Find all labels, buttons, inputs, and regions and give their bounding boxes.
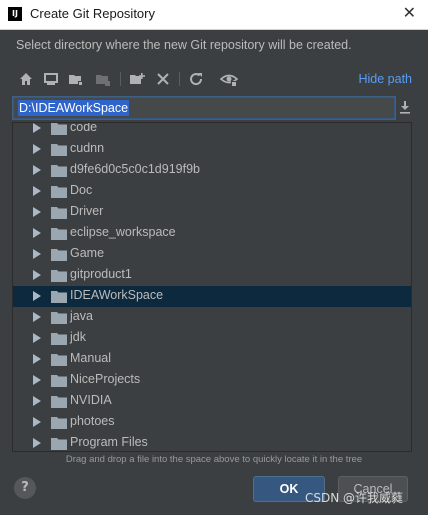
path-input[interactable]: D:\IDEAWorkSpace: [12, 96, 396, 120]
new-folder-icon[interactable]: [128, 70, 146, 88]
download-icon[interactable]: [396, 98, 414, 116]
tree-row[interactable]: jdk: [13, 328, 411, 349]
folder-icon: [51, 270, 67, 282]
folder-icon: [51, 312, 67, 324]
folder-icon: [51, 165, 67, 177]
tree-row[interactable]: Manual: [13, 349, 411, 370]
expand-arrow-icon[interactable]: [33, 207, 41, 217]
home-icon[interactable]: [17, 70, 35, 88]
toolbar-separator: [120, 72, 121, 86]
expand-arrow-icon[interactable]: [33, 165, 41, 175]
help-button[interactable]: ?: [14, 477, 36, 499]
tree-row[interactable]: Game: [13, 244, 411, 265]
expand-arrow-icon[interactable]: [33, 123, 41, 133]
expand-arrow-icon[interactable]: [33, 270, 41, 280]
delete-icon[interactable]: [154, 70, 172, 88]
file-chooser-toolbar: Hide path: [12, 66, 412, 92]
folder-icon: [51, 375, 67, 387]
tree-row[interactable]: IDEAWorkSpace: [13, 286, 411, 307]
tree-row-label: code: [70, 122, 98, 134]
tree-row-label: java: [70, 309, 93, 323]
expand-arrow-icon[interactable]: [33, 144, 41, 154]
tree-row-label: Doc: [70, 183, 93, 197]
tree-row-label: Manual: [70, 351, 111, 365]
folder-icon: [51, 291, 67, 303]
folder-icon: [51, 396, 67, 408]
folder-icon: [51, 123, 67, 135]
folder-icon: [51, 417, 67, 429]
tree-row[interactable]: NiceProjects: [13, 370, 411, 391]
expand-arrow-icon[interactable]: [33, 396, 41, 406]
window-title: Create Git Repository: [30, 6, 155, 21]
tree-row[interactable]: Driver: [13, 202, 411, 223]
title-bar: IJ Create Git Repository ✕: [0, 0, 428, 30]
folder-icon: [51, 249, 67, 261]
tree-row-label: Driver: [70, 204, 104, 218]
expand-arrow-icon[interactable]: [33, 333, 41, 343]
drag-drop-hint: Drag and drop a file into the space abov…: [65, 454, 363, 465]
tree-row[interactable]: code: [13, 122, 411, 139]
tree-row-label: cudnn: [70, 141, 105, 155]
tree-row[interactable]: NVIDIA: [13, 391, 411, 412]
expand-arrow-icon[interactable]: [33, 354, 41, 364]
expand-arrow-icon[interactable]: [33, 312, 41, 322]
tree-row-label: Game: [70, 246, 105, 260]
tree-row-label: jdk: [70, 330, 86, 344]
intellij-app-icon: IJ: [8, 7, 22, 21]
path-row: D:\IDEAWorkSpace: [12, 96, 416, 120]
expand-arrow-icon[interactable]: [33, 186, 41, 196]
folder-icon: [51, 228, 67, 240]
tree-row[interactable]: java: [13, 307, 411, 328]
tree-row-label: photoes: [70, 414, 115, 428]
tree-row[interactable]: Program Files: [13, 433, 411, 451]
folder-icon: [51, 354, 67, 366]
close-icon[interactable]: ✕: [403, 3, 416, 22]
expand-arrow-icon[interactable]: [33, 375, 41, 385]
path-input-value: D:\IDEAWorkSpace: [18, 100, 130, 116]
toolbar-separator: [179, 72, 180, 86]
tree-scrollbar[interactable]: [411, 326, 412, 452]
show-hidden-icon[interactable]: [220, 70, 238, 88]
tree-row-label: IDEAWorkSpace: [70, 288, 164, 302]
folder-icon: [51, 144, 67, 156]
expand-arrow-icon[interactable]: [33, 417, 41, 427]
tree-row[interactable]: d9fe6d0c5c0c1d919f9b: [13, 160, 411, 181]
dialog-description: Select directory where the new Git repos…: [16, 38, 352, 52]
tree-row[interactable]: cudnn: [13, 139, 411, 160]
folder-icon: [51, 207, 67, 219]
expand-arrow-icon[interactable]: [33, 291, 41, 301]
tree-row[interactable]: gitproduct1: [13, 265, 411, 286]
folder-icon: [51, 186, 67, 198]
folder-icon: [51, 333, 67, 345]
tree-row-label: Program Files: [70, 435, 148, 449]
expand-arrow-icon[interactable]: [33, 228, 41, 238]
tree-row[interactable]: Doc: [13, 181, 411, 202]
tree-row-label: eclipse_workspace: [70, 225, 176, 239]
expand-arrow-icon[interactable]: [33, 438, 41, 448]
csdn-watermark: CSDN @许我威蕤: [305, 491, 404, 505]
tree-row-label: NVIDIA: [70, 393, 112, 407]
tree-row[interactable]: photoes: [13, 412, 411, 433]
tree-row[interactable]: eclipse_workspace: [13, 223, 411, 244]
directory-tree[interactable]: code cudnn d9fe6d0c5c0c1d919f9b Doc Driver ec…: [12, 122, 412, 452]
tree-row-label: d9fe6d0c5c0c1d919f9b: [70, 162, 200, 176]
tree-row-label: NiceProjects: [70, 372, 141, 386]
folder-icon: [51, 438, 67, 450]
hide-path-link[interactable]: Hide path: [358, 72, 412, 86]
project-folder-icon[interactable]: [67, 70, 85, 88]
refresh-icon[interactable]: [187, 70, 205, 88]
expand-arrow-icon[interactable]: [33, 249, 41, 259]
tree-row-label: gitproduct1: [70, 267, 132, 281]
module-folder-icon: [94, 70, 112, 88]
desktop-icon[interactable]: [42, 70, 60, 88]
